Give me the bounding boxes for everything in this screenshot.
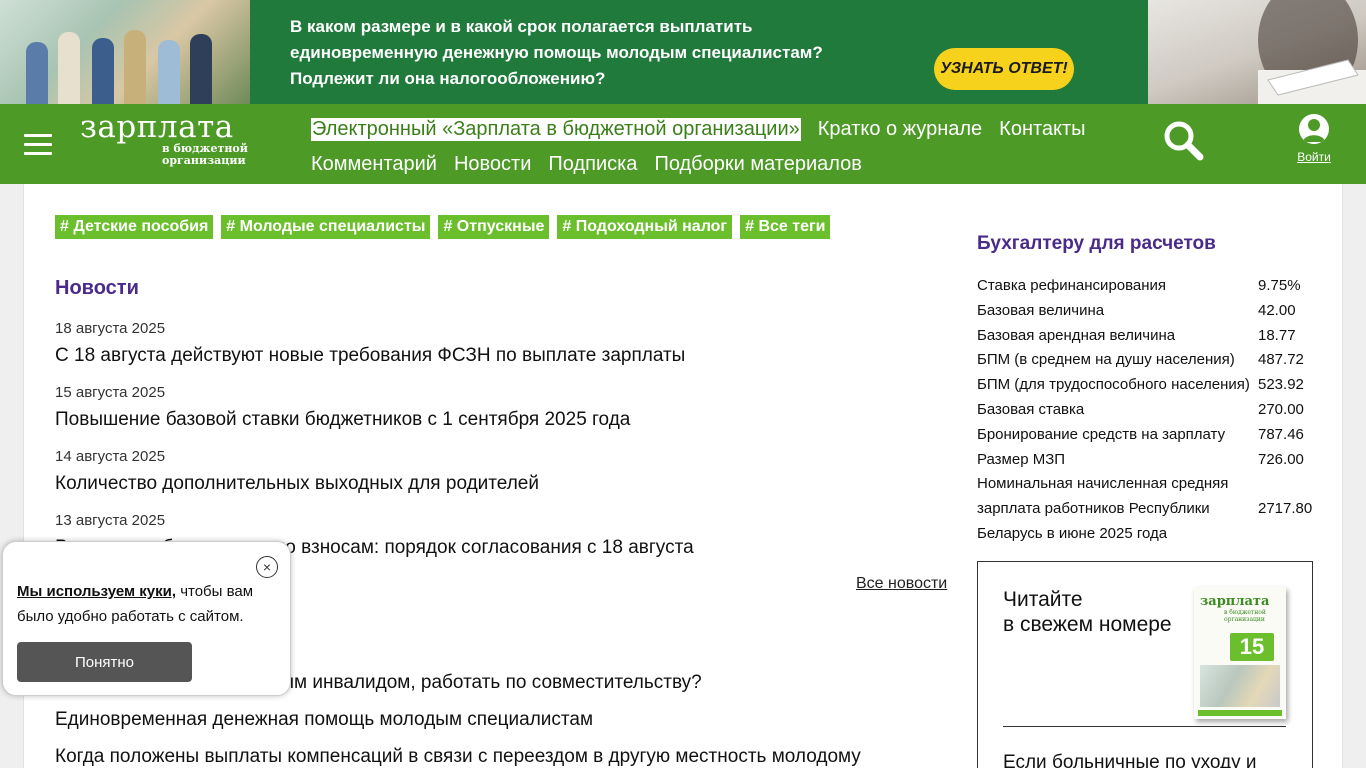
- search-icon[interactable]: [1162, 119, 1206, 163]
- tag-income-tax[interactable]: # Подоходный налог: [557, 215, 733, 239]
- rate-row: Базовая арендная величина 18.77: [977, 326, 1296, 344]
- all-news-link[interactable]: Все новости: [856, 575, 947, 593]
- news-heading[interactable]: Новости: [55, 277, 139, 300]
- tag-child-benefits[interactable]: # Детские пособия: [55, 215, 214, 239]
- article-link[interactable]: Когда положены выплаты компенсаций в свя…: [55, 746, 935, 768]
- nav-electronic[interactable]: Электронный «Зарплата в бюджетной органи…: [311, 118, 801, 141]
- rates-table: Ставка рефинансирования 9.75% Базовая вел…: [977, 274, 1317, 547]
- close-icon[interactable]: ×: [256, 556, 278, 578]
- site-header: зарплата в бюджетной организации Электро…: [0, 104, 1366, 184]
- tag-young-specialists[interactable]: # Молодые специалисты: [221, 215, 431, 239]
- rate-row: БПМ (в среднем на душу населения) 487.72: [977, 351, 1304, 369]
- issue-cover-image[interactable]: зарплата в бюджетной организации 15: [1194, 587, 1286, 719]
- news-item[interactable]: 18 августа 2025 С 18 августа действуют н…: [55, 320, 935, 384]
- rate-row: Номинальная начисленная средняя зарплата…: [977, 475, 1313, 542]
- office-photo: [1148, 0, 1366, 104]
- divider: [1003, 726, 1286, 727]
- news-date: 13 августа 2025: [55, 512, 166, 529]
- news-date: 18 августа 2025: [55, 320, 166, 337]
- nav-collections[interactable]: Подборки материалов: [654, 153, 861, 176]
- ad-banner[interactable]: В каком размере и в какой срок полагаетс…: [0, 0, 1366, 104]
- latest-issue-heading: Читайте в свежем номере: [1003, 588, 1172, 636]
- news-date: 14 августа 2025: [55, 448, 166, 465]
- rate-row: БПМ (для трудоспособного населения) 523.9…: [977, 376, 1304, 394]
- nav-news[interactable]: Новости: [454, 153, 531, 176]
- students-photo: [0, 0, 250, 104]
- site-logo[interactable]: зарплата в бюджетной организации: [80, 110, 252, 176]
- news-link[interactable]: Количество дополнительных выходных для р…: [55, 473, 935, 495]
- user-icon: [1299, 114, 1329, 144]
- news-date: 15 августа 2025: [55, 384, 166, 401]
- menu-icon[interactable]: [24, 134, 52, 156]
- accept-cookies-button[interactable]: Понятно: [17, 642, 192, 682]
- cookie-message: Мы используем куки, чтобы вам было удобн…: [17, 583, 254, 625]
- nav-subscription[interactable]: Подписка: [548, 153, 637, 176]
- main-nav: Электронный «Зарплата в бюджетной органи…: [311, 112, 1131, 182]
- nav-about[interactable]: Кратко о журнале: [818, 118, 982, 141]
- sidebar-title: Бухгалтеру для расчетов: [977, 233, 1216, 254]
- latest-issue-box[interactable]: Читайте в свежем номере зарплата в бюдже…: [977, 561, 1313, 768]
- cookie-popup: × Мы используем куки, чтобы вам было удо…: [2, 541, 291, 696]
- tag-all-tags[interactable]: # Все теги: [740, 215, 831, 239]
- issue-article-link[interactable]: Если больничные по уходу и: [1003, 752, 1257, 768]
- rate-row: Размер МЗП 726.00: [977, 450, 1304, 468]
- banner-text: В каком размере и в какой срок полагаетс…: [290, 17, 823, 88]
- find-answer-button[interactable]: УЗНАТЬ ОТВЕТ!: [934, 48, 1074, 90]
- rate-row: Базовая величина 42.00: [977, 301, 1296, 319]
- article-link[interactable]: Единовременная денежная помощь молодым с…: [55, 709, 935, 746]
- nav-contacts[interactable]: Контакты: [999, 118, 1085, 141]
- login-label: Войти: [1297, 150, 1331, 164]
- news-link[interactable]: С 18 августа действуют новые требования …: [55, 345, 935, 367]
- news-item[interactable]: 14 августа 2025 Количество дополнительны…: [55, 448, 935, 512]
- news-link[interactable]: Повышение базовой ставки бюджетников с 1…: [55, 409, 935, 431]
- rate-row: Базовая ставка 270.00: [977, 400, 1304, 418]
- rate-row: Ставка рефинансирования 9.75%: [977, 277, 1301, 294]
- news-item[interactable]: 15 августа 2025 Повышение базовой ставки…: [55, 384, 935, 448]
- nav-commentary[interactable]: Комментарий: [311, 153, 437, 176]
- rate-row: Бронирование средств на зарплату 787.46: [977, 425, 1304, 443]
- cookie-link[interactable]: Мы используем куки,: [17, 583, 176, 600]
- tag-list: # Детские пособия # Молодые специалисты …: [55, 215, 831, 239]
- tag-vacation-pay[interactable]: # Отпускные: [438, 215, 550, 239]
- news-list: 18 августа 2025 С 18 августа действуют н…: [55, 320, 935, 576]
- login-button[interactable]: Войти: [1290, 114, 1338, 164]
